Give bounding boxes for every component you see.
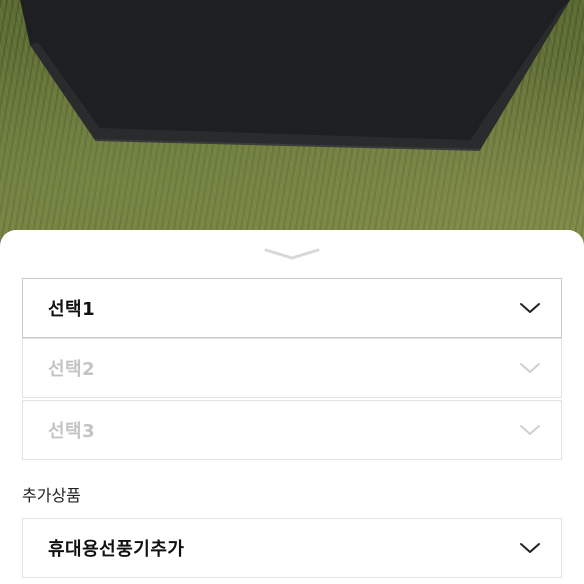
additional-product-select[interactable]: 휴대용선풍기추가 (22, 518, 562, 578)
option-select-1[interactable]: 선택1 (22, 278, 562, 338)
option-select-3[interactable]: 선택3 (22, 400, 562, 460)
chevron-down-icon (520, 303, 540, 313)
tarp-image (20, 0, 570, 151)
product-page: 선택1 선택2 선택3 추가상품 휴대용선풍기추가 (0, 0, 584, 584)
additional-products-title: 추가상품 (22, 486, 81, 505)
chevron-down-icon (520, 425, 540, 435)
option-select-3-label: 선택3 (48, 421, 96, 442)
option-select-2-label: 선택2 (48, 359, 96, 380)
option-select-2[interactable]: 선택2 (22, 338, 562, 398)
chevron-down-icon[interactable] (262, 244, 322, 262)
chevron-down-icon (520, 543, 540, 553)
chevron-down-icon (520, 363, 540, 373)
product-photo (0, 0, 584, 260)
additional-product-select-label: 휴대용선풍기추가 (48, 539, 185, 560)
option-select-1-label: 선택1 (48, 299, 96, 320)
option-bottom-sheet: 선택1 선택2 선택3 추가상품 휴대용선풍기추가 (0, 230, 584, 584)
